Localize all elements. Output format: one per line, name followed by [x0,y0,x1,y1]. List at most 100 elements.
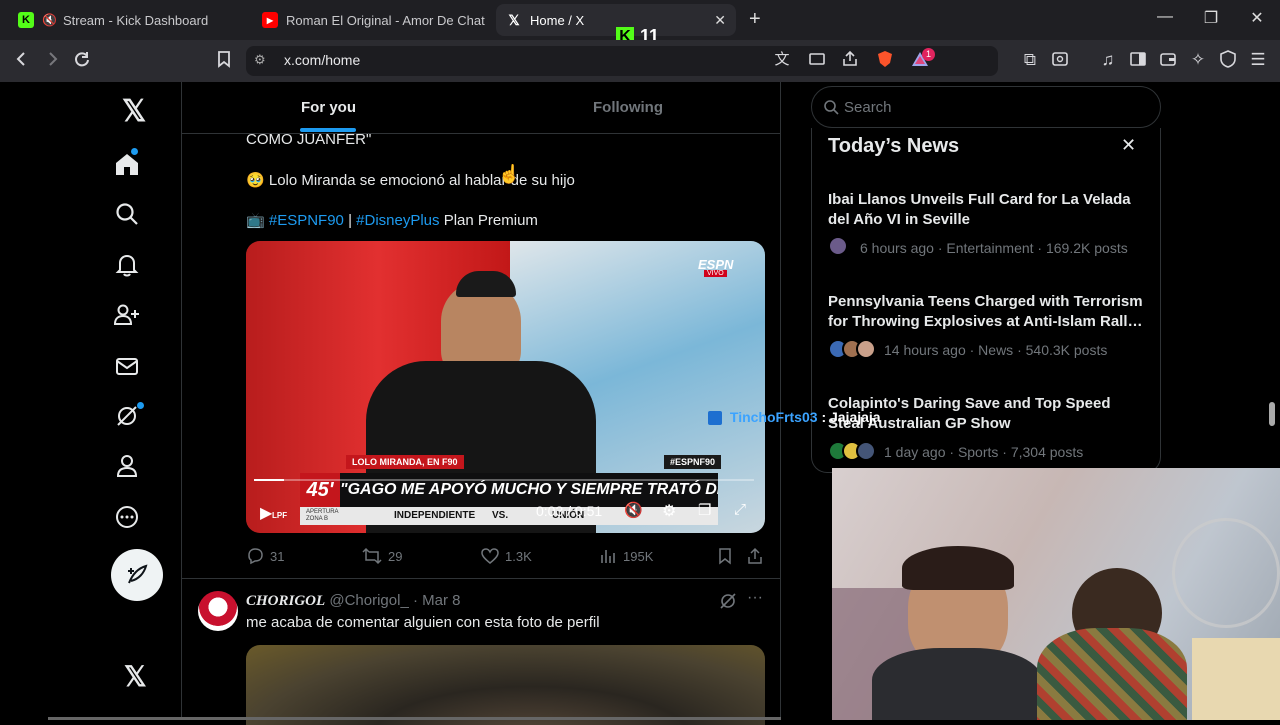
tweet-text: Lolo Miranda se emocionó al hablar de su… [268,172,575,189]
chat-message: : Jajajaja [821,409,881,425]
video-progress-fill [254,479,284,481]
tweet-header: CHORIGOL @Chorigol_ · Mar 8 [246,592,460,610]
more-options-icon[interactable]: ··· [747,589,763,607]
extensions-icon[interactable]: ⧉ [1019,49,1041,71]
settings-icon[interactable]: ⚙ [662,501,676,521]
tweet-divider [182,578,780,579]
ticker-competition: APERTURA ZONA B [306,509,339,522]
close-tab-icon[interactable]: ✕ [714,12,726,29]
rewards-badge: 1 [922,48,935,61]
hashtag-link[interactable]: #DisneyPlus [356,212,439,229]
forward-icon[interactable] [41,49,63,71]
browser-tab-youtube[interactable]: ▶ Roman El Original - Amor De Chat - Y [252,4,488,36]
x-account-icon[interactable]: 𝕏 [124,660,147,693]
chat-badge-icon [708,411,722,426]
close-news-icon[interactable]: ✕ [1121,135,1136,156]
webcam-person2-shirt [1037,628,1187,720]
news-header: Today’s News [828,135,960,157]
profile-icon[interactable] [113,452,141,480]
muted-speaker-icon[interactable]: 🔇 [42,13,57,27]
author-handle[interactable]: @Chorigol_ [329,592,408,609]
heart-icon [481,548,499,564]
score-ticker [300,507,718,525]
kick-favicon-icon: K [18,12,34,28]
timeline-header [182,82,780,134]
brave-shields-icon[interactable] [874,49,896,71]
bookmark-icon[interactable] [213,49,235,71]
tweet-image[interactable] [246,645,765,725]
bookmark-post-button[interactable] [716,547,734,565]
fullscreen-icon[interactable]: ⤢ [734,501,746,518]
reply-icon [248,548,263,565]
sidebar-toggle-icon[interactable] [1127,49,1149,71]
x-logo-icon[interactable]: 𝕏 [122,94,146,129]
hand-cursor-icon: ☝ [498,164,521,184]
follow-icon[interactable] [113,301,141,329]
notifications-icon[interactable] [113,251,141,279]
url-text[interactable]: x.com/home [284,52,360,68]
tweet-hashtag-line: 📺 #ESPNF90 | #DisneyPlus Plan Premium [246,211,538,229]
home-notification-dot [131,148,138,155]
vpn-icon[interactable] [1217,49,1239,71]
stream-chat-overlay: TinchoFrts03 : Jajajaja [708,409,881,426]
restore-icon[interactable]: ❐ [1188,8,1234,28]
video-progress-track[interactable] [254,479,754,481]
webcam-blanket [1192,638,1280,720]
avatar [828,236,848,256]
youtube-favicon-icon: ▶ [262,12,278,28]
pip-icon[interactable]: ❐ [698,501,711,519]
video-time: 0:03 / 0:51 [536,503,603,519]
cast-icon[interactable] [806,49,828,71]
play-icon[interactable]: ▶ [260,503,272,523]
lower-third-name: LOLO MIRANDA, EN F90 [346,455,464,469]
tab-for-you[interactable]: For you [301,99,356,116]
search-icon [823,99,839,120]
tab-following[interactable]: Following [593,99,663,116]
menu-icon[interactable]: ☰ [1247,49,1269,71]
reload-icon[interactable] [71,49,93,71]
tab-title: Home / X [530,12,585,28]
media-controls-icon[interactable]: ♫ [1097,49,1119,71]
explore-icon[interactable] [113,200,141,228]
browser-tab-kick[interactable]: K 🔇 Stream - Kick Dashboard [8,4,244,36]
league-logo: LPF [272,511,288,520]
more-icon[interactable] [113,503,141,531]
leo-ai-icon[interactable]: ✧ [1187,49,1209,71]
bookmark-post-icon [719,548,731,565]
home-icon[interactable] [113,150,141,178]
messages-icon[interactable] [113,352,141,380]
tab-title: Stream - Kick Dashboard [62,12,209,28]
like-button[interactable]: 1.3K [481,547,532,565]
minimize-icon[interactable]: — [1142,8,1188,26]
news-item-title[interactable]: Ibai Llanos Unveils Full Card for La Vel… [828,190,1148,230]
views-button[interactable]: 195K [599,547,653,565]
news-item-title[interactable]: Pennsylvania Teens Charged with Terroris… [828,292,1148,332]
back-icon[interactable] [11,49,33,71]
webcam-overlay [832,468,1280,720]
scrollbar-thumb[interactable] [1269,402,1275,426]
site-info-icon[interactable]: ⚙ [254,52,266,68]
video-player[interactable]: ESPN VIVO LOLO MIRANDA, EN F90 #ESPNF90 … [246,241,765,533]
repost-button[interactable]: 29 [362,547,402,565]
reply-button[interactable]: 31 [246,547,284,565]
new-tab-icon[interactable]: + [749,8,761,31]
like-count: 1.3K [505,548,532,564]
tab-search-icon[interactable] [1049,49,1071,71]
avatar[interactable] [198,591,238,631]
author-name[interactable]: CHORIGOL [246,593,325,609]
live-badge: VIVO [704,270,727,277]
translate-icon[interactable]: 文 [771,49,793,71]
share-post-icon [748,547,762,564]
share-icon[interactable] [839,49,861,71]
grok-post-icon[interactable] [719,592,737,615]
post-date[interactable]: · Mar 8 [413,592,461,609]
share-post-button[interactable] [746,547,764,565]
hashtag-link[interactable]: #ESPNF90 [269,212,344,229]
window-close-icon[interactable]: ✕ [1234,8,1280,28]
mute-icon[interactable]: 🔇 [624,501,643,519]
post-button[interactable] [111,549,163,601]
repost-count: 29 [388,548,403,564]
repost-icon [362,547,382,565]
tab-title: Roman El Original - Amor De Chat - Y [286,12,488,28]
wallet-icon[interactable] [1157,49,1179,71]
